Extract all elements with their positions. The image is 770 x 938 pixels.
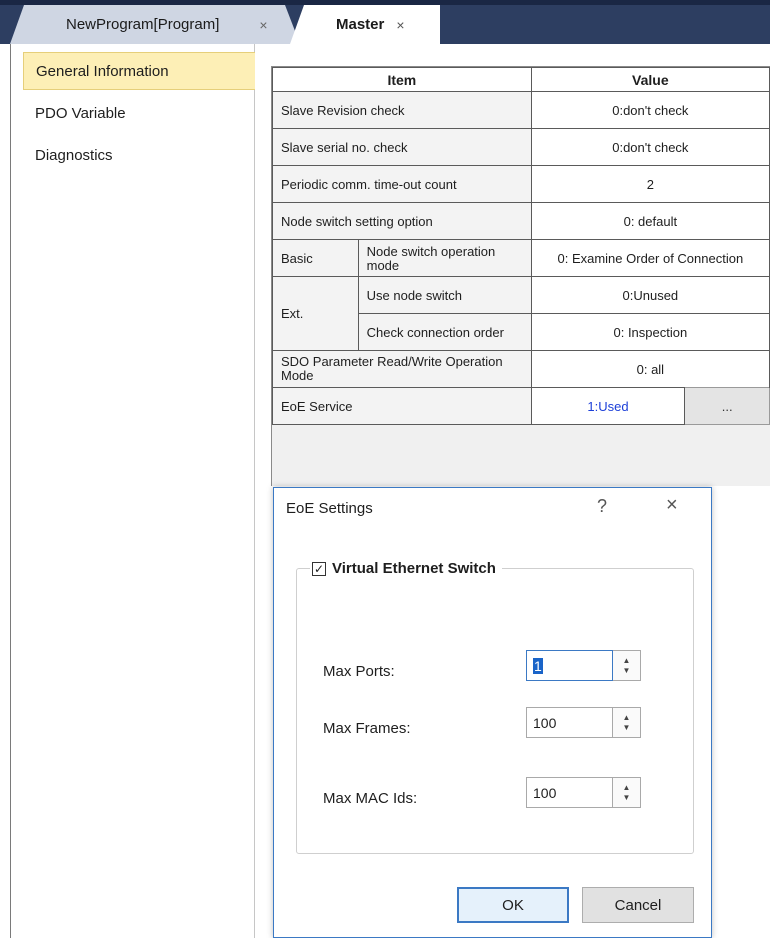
row-item-label: EoE Service xyxy=(272,387,532,425)
tab-master[interactable]: Master × xyxy=(290,5,440,44)
row-item-label: Check connection order xyxy=(357,313,532,351)
table-row[interactable]: Basic Node switch operation mode 0: Exam… xyxy=(272,239,770,277)
property-grid: Item Value Slave Revision check 0:don't … xyxy=(271,66,770,486)
category-sidebar: General Information PDO Variable Diagnos… xyxy=(10,44,256,938)
cancel-button[interactable]: Cancel xyxy=(582,887,694,923)
row-item-label: Slave serial no. check xyxy=(272,128,532,166)
stepper-down-icon[interactable]: ▼ xyxy=(623,666,631,676)
close-icon[interactable]: × xyxy=(666,494,678,517)
virtual-ethernet-switch-label: Virtual Ethernet Switch xyxy=(332,560,496,577)
row-value-cell[interactable]: 1:Used xyxy=(530,387,686,425)
sidebar-item-diagnostics[interactable]: Diagnostics xyxy=(23,136,256,174)
stepper-down-icon[interactable]: ▼ xyxy=(623,723,631,733)
table-row[interactable]: SDO Parameter Read/Write Operation Mode … xyxy=(272,350,770,388)
document-tab-strip: NewProgram[Program] × Master × xyxy=(0,0,770,44)
row-value-cell[interactable]: 0:Unused xyxy=(530,276,770,314)
row-value-cell[interactable]: 0: Examine Order of Connection xyxy=(530,239,770,277)
tab-master-label: Master xyxy=(336,16,385,33)
tab-master-close-icon[interactable]: × xyxy=(396,17,404,33)
row-group-label-basic: Basic xyxy=(272,239,359,277)
max-ports-label: Max Ports: xyxy=(323,663,395,680)
row-item-label: Slave Revision check xyxy=(272,91,532,129)
max-mac-ids-label: Max MAC Ids: xyxy=(323,790,418,807)
max-frames-stepper[interactable]: ▲ ▼ xyxy=(613,707,641,738)
property-table: Item Value Slave Revision check 0:don't … xyxy=(272,67,770,425)
row-group-label-ext: Ext. xyxy=(272,276,359,351)
row-item-label: Node switch setting option xyxy=(272,202,532,240)
stepper-down-icon[interactable]: ▼ xyxy=(623,793,631,803)
eoe-settings-ellipsis-button[interactable]: ... xyxy=(684,387,770,425)
row-item-label: Periodic comm. time-out count xyxy=(272,165,532,203)
row-value-cell[interactable]: 0: default xyxy=(530,202,770,240)
max-frames-value: 100 xyxy=(533,714,557,731)
stepper-up-icon[interactable]: ▲ xyxy=(623,713,631,723)
max-frames-input[interactable]: 100 xyxy=(526,707,613,738)
row-item-label: Use node switch xyxy=(357,276,532,314)
help-icon[interactable]: ? xyxy=(597,496,607,517)
max-ports-stepper[interactable]: ▲ ▼ xyxy=(613,650,641,681)
max-mac-ids-input[interactable]: 100 xyxy=(526,777,613,808)
table-row[interactable]: Slave Revision check 0:don't check xyxy=(272,91,770,129)
dialog-title: EoE Settings xyxy=(286,500,373,517)
ok-button[interactable]: OK xyxy=(457,887,569,923)
eoe-settings-dialog: EoE Settings ? × ✓ Virtual Ethernet Swit… xyxy=(273,487,712,938)
tab-strip-top-bar xyxy=(0,0,770,5)
tab-newprogram[interactable]: NewProgram[Program] × xyxy=(10,5,300,44)
tab-newprogram-close-icon[interactable]: × xyxy=(259,17,267,33)
row-item-label: SDO Parameter Read/Write Operation Mode xyxy=(272,350,532,388)
table-row[interactable]: EoE Service 1:Used ... xyxy=(272,387,770,425)
table-row[interactable]: Periodic comm. time-out count 2 xyxy=(272,165,770,203)
row-value-cell[interactable]: 0: Inspection xyxy=(530,313,770,351)
tab-newprogram-label: NewProgram[Program] xyxy=(66,16,220,33)
virtual-ethernet-switch-checkbox[interactable]: ✓ Virtual Ethernet Switch xyxy=(310,560,502,577)
row-value-cell[interactable]: 0:don't check xyxy=(530,128,770,166)
max-ports-input[interactable]: 1 xyxy=(526,650,613,681)
table-row[interactable]: Slave serial no. check 0:don't check xyxy=(272,128,770,166)
max-mac-ids-value: 100 xyxy=(533,784,557,801)
sidebar-item-pdo-variable[interactable]: PDO Variable xyxy=(23,94,256,132)
max-ports-value: 1 xyxy=(533,657,543,674)
table-header-row: Item Value xyxy=(272,67,770,92)
stepper-up-icon[interactable]: ▲ xyxy=(623,783,631,793)
row-value-cell[interactable]: 2 xyxy=(530,165,770,203)
column-header-value: Value xyxy=(530,67,770,92)
row-item-label: Node switch operation mode xyxy=(357,239,532,277)
sidebar-item-label: General Information xyxy=(36,62,169,80)
column-header-item: Item xyxy=(272,67,532,92)
checkbox-checked-icon: ✓ xyxy=(312,561,326,576)
row-value-cell[interactable]: 0: all xyxy=(530,350,770,388)
stepper-up-icon[interactable]: ▲ xyxy=(623,656,631,666)
table-row[interactable]: Ext. Use node switch 0:Unused xyxy=(272,276,770,351)
max-mac-ids-stepper[interactable]: ▲ ▼ xyxy=(613,777,641,808)
sidebar-item-label: Diagnostics xyxy=(35,146,113,164)
sidebar-item-general-information[interactable]: General Information xyxy=(23,52,256,90)
row-value-cell[interactable]: 0:don't check xyxy=(530,91,770,129)
table-row[interactable]: Node switch setting option 0: default xyxy=(272,202,770,240)
max-frames-label: Max Frames: xyxy=(323,720,411,737)
sidebar-item-label: PDO Variable xyxy=(35,104,126,122)
